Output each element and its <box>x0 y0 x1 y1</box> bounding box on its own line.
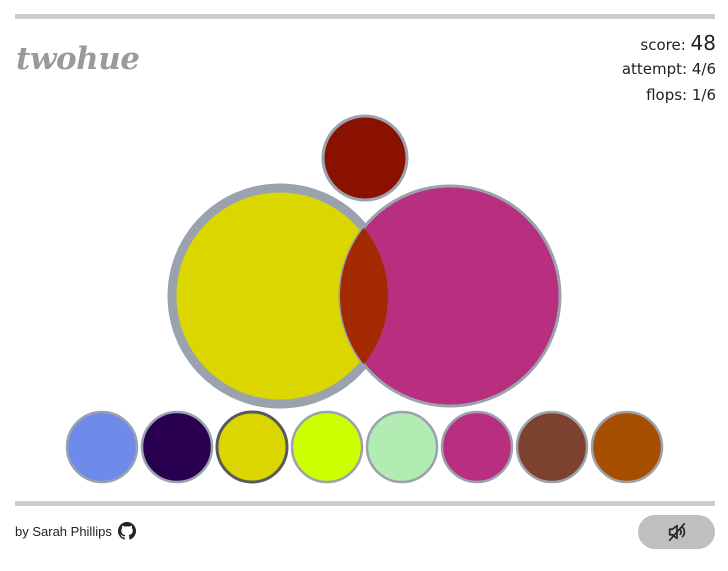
palette-swatch[interactable] <box>515 410 589 484</box>
score-stat: score: 48 <box>622 30 716 56</box>
sound-muted-icon <box>666 521 688 543</box>
footer-credit: by Sarah Phillips <box>15 522 136 540</box>
credit-text: by Sarah Phillips <box>15 523 112 539</box>
target-color-circle <box>321 114 409 202</box>
palette-swatch[interactable] <box>140 410 214 484</box>
palette-swatch[interactable] <box>365 410 439 484</box>
palette-swatch[interactable] <box>215 410 289 484</box>
bottom-divider <box>15 501 715 506</box>
attempt-label: attempt: <box>621 60 688 78</box>
attempt-stat: attempt: 4/6 <box>622 56 716 82</box>
sound-toggle-button[interactable] <box>638 515 715 549</box>
flops-label: flops: <box>646 86 688 104</box>
palette-swatch[interactable] <box>590 410 664 484</box>
palette-swatch[interactable] <box>65 410 139 484</box>
palette <box>65 410 664 484</box>
attempt-value: 4/6 <box>691 60 716 78</box>
app-logo: twohue <box>16 41 140 77</box>
score-value: 48 <box>690 31 716 55</box>
github-icon[interactable] <box>117 522 136 540</box>
palette-swatch[interactable] <box>290 410 364 484</box>
flops-value: 1/6 <box>691 86 716 104</box>
top-divider <box>15 14 715 19</box>
palette-swatch[interactable] <box>440 410 514 484</box>
score-label: score: <box>640 36 686 54</box>
flops-stat: flops: 1/6 <box>622 82 716 108</box>
stats-panel: score: 48 attempt: 4/6 flops: 1/6 <box>622 30 716 108</box>
